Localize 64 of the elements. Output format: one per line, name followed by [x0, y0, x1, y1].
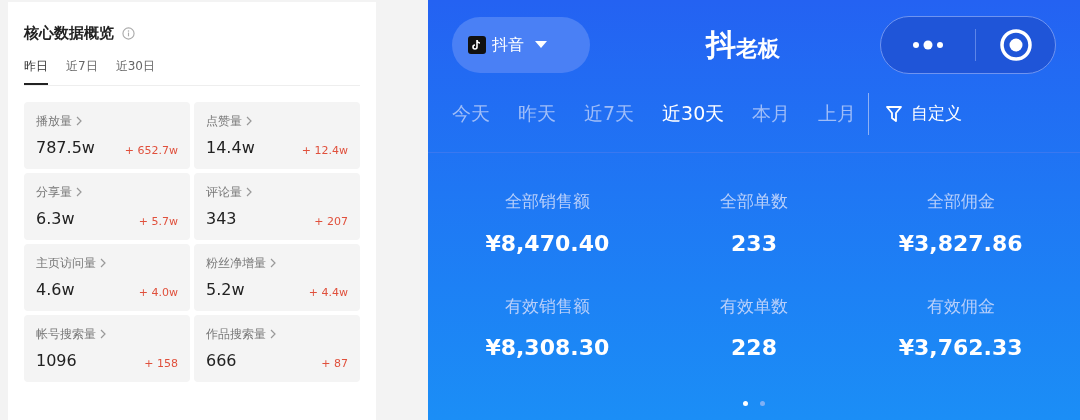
metric-change: + 207 [314, 214, 348, 230]
metric-tile[interactable]: 点赞量 14.4w + 12.4w [194, 101, 360, 169]
metric-change: + 652.7w [124, 143, 178, 159]
metric-value: 343 [206, 207, 237, 230]
chevron-icon [76, 115, 83, 126]
metric-value: 14.4w [206, 136, 255, 159]
metric-change: + 4.4w [308, 285, 348, 301]
chevron-icon [270, 328, 277, 339]
metric-tile[interactable]: 帐号搜索量 1096 + 158 [24, 314, 190, 382]
chevron-icon [270, 257, 277, 268]
logo-mark: 抖 [706, 29, 736, 60]
stat-value: ¥8,470.40 [485, 229, 610, 258]
period-tab[interactable]: 昨日 [24, 56, 48, 85]
stat-value: 228 [731, 334, 777, 362]
chevron-icon [100, 257, 107, 268]
metric-value: 6.3w [36, 207, 75, 230]
stat-value: ¥8,308.30 [485, 334, 610, 362]
metric-tile[interactable]: 播放量 787.5w + 652.7w [24, 101, 190, 169]
metric-label: 播放量 [36, 112, 72, 130]
metric-label: 帐号搜索量 [36, 325, 96, 343]
stat-value: ¥3,762.33 [898, 334, 1023, 362]
stat-label: 全部销售额 [504, 190, 590, 213]
metric-label: 主页访问量 [36, 254, 96, 272]
metric-label: 分享量 [36, 183, 72, 201]
stat-value: ¥3,827.86 [898, 229, 1023, 258]
period-tab[interactable]: 近7日 [66, 56, 98, 85]
stat-label: 全部单数 [720, 190, 788, 213]
metric-value: 5.2w [206, 278, 245, 301]
metric-tile[interactable]: 评论量 343 + 207 [194, 172, 360, 240]
metric-change: + 4.0w [138, 285, 178, 301]
metric-change: + 158 [144, 356, 178, 372]
metric-tile[interactable]: 粉丝净增量 5.2w + 4.4w [194, 243, 360, 311]
stat-label: 全部佣金 [926, 190, 995, 213]
metric-value: 787.5w [36, 136, 95, 159]
chevron-icon [246, 115, 253, 126]
stat-label: 有效单数 [720, 294, 788, 318]
stat-value: 233 [731, 229, 777, 258]
metric-value: 4.6w [36, 278, 75, 301]
chevron-icon [100, 328, 107, 339]
stat-label: 有效佣金 [926, 294, 995, 318]
range-tab[interactable]: 近30天 [662, 99, 725, 128]
custom-filter-button[interactable]: 自定义 [885, 100, 963, 127]
section-title: 核心数据概览 [24, 23, 114, 44]
metric-change: + 5.7w [138, 214, 178, 230]
metric-tile[interactable]: 主页访问量 4.6w + 4.0w [24, 243, 190, 311]
period-tab[interactable]: 近30日 [115, 56, 155, 85]
chevron-icon [76, 186, 83, 197]
music-note-icon [468, 35, 486, 54]
platform-selector[interactable]: 抖音 [452, 16, 590, 73]
metric-change: + 12.4w [301, 143, 348, 159]
metric-label: 点赞量 [206, 112, 242, 130]
metric-tile[interactable]: 作品搜索量 666 + 87 [194, 314, 360, 382]
metric-label: 评论量 [206, 183, 242, 201]
dropdown-icon [534, 39, 548, 50]
stat-label: 有效销售额 [504, 294, 590, 318]
metric-label: 作品搜索量 [206, 325, 266, 343]
chevron-icon [246, 186, 253, 197]
metric-change: + 87 [321, 356, 348, 372]
metric-value: 666 [206, 349, 237, 372]
metric-tile[interactable]: 分享量 6.3w + 5.7w [24, 172, 190, 240]
metric-label: 粉丝净增量 [206, 254, 266, 272]
logo-text: 老板 [736, 37, 780, 60]
metric-value: 1096 [36, 349, 77, 372]
filter-icon [885, 104, 904, 123]
